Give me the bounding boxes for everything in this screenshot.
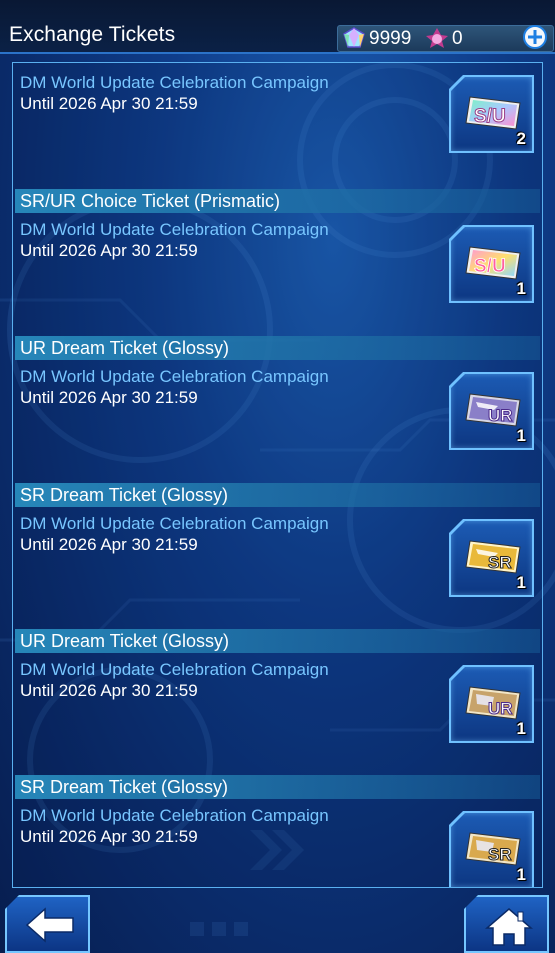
ticket-name: SR/UR Choice Ticket (Prismatic) xyxy=(15,189,540,213)
expiry-date: Until 2026 Apr 30 21:59 xyxy=(20,241,198,260)
campaign-name: DM World Update Celebration Campaign xyxy=(20,73,329,92)
ticket-button[interactable]: S/U 2 xyxy=(449,75,534,153)
currency-bar: 9999 0 xyxy=(337,25,554,52)
ticket-list[interactable]: DM World Update Celebration Campaign Unt… xyxy=(12,62,543,888)
gem-icon xyxy=(343,27,365,48)
ur-dream-ticket-icon: UR xyxy=(465,686,521,720)
back-button[interactable] xyxy=(5,895,90,953)
expiry-date: Until 2026 Apr 30 21:59 xyxy=(20,94,198,113)
ticket-name: SR Dream Ticket (Glossy) xyxy=(15,775,540,799)
back-arrow-icon xyxy=(25,907,74,943)
campaign-name: DM World Update Celebration Campaign xyxy=(20,514,329,533)
ticket-quantity: 2 xyxy=(516,129,526,148)
ticket-badge: SR xyxy=(488,845,512,864)
ticket-quantity: 1 xyxy=(516,573,526,592)
sr-dream-ticket-icon: SR xyxy=(465,540,521,574)
list-item: SR Dream Ticket (Glossy) DM World Update… xyxy=(13,775,542,887)
gem-count: 9999 xyxy=(369,28,412,49)
campaign-name: DM World Update Celebration Campaign xyxy=(20,220,329,239)
ticket-badge: S/U xyxy=(474,256,506,277)
ticket-quantity: 1 xyxy=(516,279,526,298)
list-item: SR Dream Ticket (Glossy) DM World Update… xyxy=(13,483,542,630)
plus-icon xyxy=(528,30,542,44)
orb-count: 0 xyxy=(452,28,463,49)
list-item: SR/UR Choice Ticket (Prismatic) DM World… xyxy=(13,189,542,336)
orb-icon xyxy=(426,28,448,48)
sr-dream-ticket-icon: SR xyxy=(465,832,521,866)
campaign-name: DM World Update Celebration Campaign xyxy=(20,660,329,679)
campaign-name: DM World Update Celebration Campaign xyxy=(20,806,329,825)
home-icon xyxy=(484,908,534,946)
top-bar: Exchange Tickets 9999 0 xyxy=(0,0,555,54)
ticket-button[interactable]: S/U 1 xyxy=(449,225,534,303)
ticket-button[interactable]: SR 1 xyxy=(449,519,534,597)
ticket-button[interactable]: UR 1 xyxy=(449,665,534,743)
ticket-badge: UR xyxy=(488,699,513,718)
ticket-badge: S/U xyxy=(474,106,506,127)
list-item: UR Dream Ticket (Glossy) DM World Update… xyxy=(13,336,542,483)
add-currency-button[interactable] xyxy=(523,25,547,49)
campaign-name: DM World Update Celebration Campaign xyxy=(20,367,329,386)
ticket-name: SR Dream Ticket (Glossy) xyxy=(15,483,540,507)
ticket-button[interactable]: SR 1 xyxy=(449,811,534,887)
ticket-name: UR Dream Ticket (Glossy) xyxy=(15,629,540,653)
expiry-date: Until 2026 Apr 30 21:59 xyxy=(20,827,198,846)
ticket-name: UR Dream Ticket (Glossy) xyxy=(15,336,540,360)
ticket-badge: SR xyxy=(488,553,512,572)
expiry-date: Until 2026 Apr 30 21:59 xyxy=(20,681,198,700)
ur-dream-ticket-icon: UR xyxy=(465,393,521,427)
expiry-date: Until 2026 Apr 30 21:59 xyxy=(20,388,198,407)
ticket-quantity: 1 xyxy=(516,865,526,884)
list-item: UR Dream Ticket (Glossy) DM World Update… xyxy=(13,629,542,776)
ticket-button[interactable]: UR 1 xyxy=(449,372,534,450)
ticket-quantity: 1 xyxy=(516,719,526,738)
expiry-date: Until 2026 Apr 30 21:59 xyxy=(20,535,198,554)
ticket-badge: UR xyxy=(488,406,513,425)
su-prismatic-ticket-icon: S/U xyxy=(465,96,521,130)
home-button[interactable] xyxy=(464,895,549,953)
ticket-quantity: 1 xyxy=(516,426,526,445)
list-item: DM World Update Celebration Campaign Unt… xyxy=(13,63,542,190)
page-title: Exchange Tickets xyxy=(9,23,176,46)
su-choice-ticket-icon: S/U xyxy=(465,246,521,280)
